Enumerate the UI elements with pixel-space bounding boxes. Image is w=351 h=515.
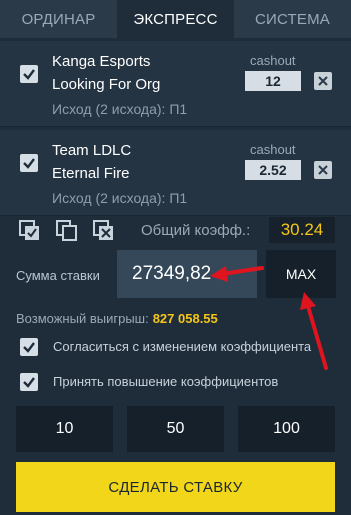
accept-odds-change-option[interactable]: Согласиться с изменением коэффициента <box>0 336 351 358</box>
team-name: Eternal Fire <box>52 165 130 182</box>
accept-odds-change-label: Согласиться с изменением коэффициента <box>53 339 312 354</box>
outcome-label: Исход (2 исхода): П1 <box>52 190 188 206</box>
copy-icon[interactable] <box>56 220 78 242</box>
check-all-icon[interactable] <box>19 220 41 242</box>
close-icon <box>318 165 328 175</box>
total-odds-value: 30.24 <box>269 217 335 243</box>
possible-winnings-value: 827 058.55 <box>152 311 218 326</box>
cashout-label: cashout <box>250 53 296 68</box>
close-icon <box>318 76 328 86</box>
cashout-label: cashout <box>250 142 296 157</box>
delete-all-icon[interactable] <box>93 220 115 242</box>
team-name: Looking For Org <box>52 76 161 93</box>
tab-single[interactable]: ОРДИНАР <box>0 0 117 38</box>
tab-system[interactable]: СИСТЕМА <box>234 0 351 38</box>
stake-input[interactable]: 27349,82 <box>117 250 257 298</box>
coefficient-badge: 2.52 <box>245 160 301 180</box>
accept-odds-increase-label: Принять повышение коэффициентов <box>53 374 279 389</box>
bet-item: Kanga Esports Looking For Org Исход (2 и… <box>0 41 351 127</box>
checkmark-icon <box>23 342 35 353</box>
accept-odds-increase-option[interactable]: Принять повышение коэффициентов <box>0 371 351 393</box>
checkmark-icon <box>23 69 35 80</box>
remove-bet-button[interactable] <box>314 72 332 90</box>
bet-item: Team LDLC Eternal Fire Исход (2 исхода):… <box>0 130 351 216</box>
bet-actions-row: Общий коэфф.: 30.24 <box>0 216 351 246</box>
accept-odds-change-checkbox[interactable] <box>20 338 38 356</box>
accept-odds-increase-checkbox[interactable] <box>20 373 38 391</box>
team-name: Kanga Esports <box>52 53 151 70</box>
team-name: Team LDLC <box>52 142 132 159</box>
coefficient-badge: 12 <box>245 71 301 91</box>
stake-label: Сумма ставки <box>16 268 100 283</box>
tab-express[interactable]: ЭКСПРЕСС <box>117 0 234 38</box>
quick-amount-button[interactable]: 100 <box>238 406 335 452</box>
max-button[interactable]: MAX <box>266 250 336 298</box>
remove-bet-button[interactable] <box>314 161 332 179</box>
possible-winnings: Возможный выигрыш: 827 058.55 <box>16 311 218 326</box>
total-odds-label: Общий коэфф.: <box>141 222 251 239</box>
bet-checkbox[interactable] <box>20 65 38 83</box>
place-bet-button[interactable]: СДЕЛАТЬ СТАВКУ <box>16 462 335 512</box>
outcome-label: Исход (2 исхода): П1 <box>52 101 188 117</box>
checkmark-icon <box>23 158 35 169</box>
quick-amount-button[interactable]: 10 <box>16 406 113 452</box>
bet-type-tabs: ОРДИНАР ЭКСПРЕСС СИСТЕМА <box>0 0 351 38</box>
quick-amount-button[interactable]: 50 <box>127 406 224 452</box>
bet-checkbox[interactable] <box>20 154 38 172</box>
checkmark-icon <box>23 377 35 388</box>
possible-winnings-label: Возможный выигрыш: <box>16 311 149 326</box>
